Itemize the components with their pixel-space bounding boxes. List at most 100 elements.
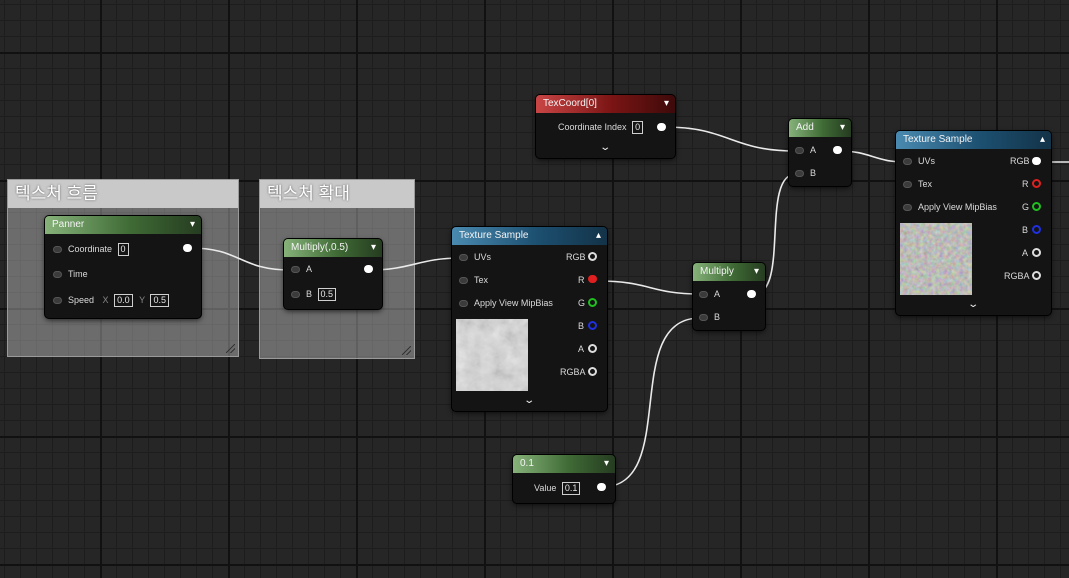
- texture-sample-node-1[interactable]: Texture Sample ▴ UVs Tex Apply View MipB…: [452, 227, 607, 411]
- node-header[interactable]: Add ▾: [789, 119, 851, 137]
- chevron-down-icon[interactable]: ▾: [604, 455, 609, 473]
- speed-y-label: Y: [139, 295, 145, 305]
- tex-input-pin[interactable]: [459, 277, 468, 284]
- b-output-pin[interactable]: [588, 321, 597, 330]
- g-output-pin[interactable]: [588, 298, 597, 307]
- rgb-output-pin[interactable]: [588, 252, 597, 261]
- panner-output-pin[interactable]: [183, 244, 192, 252]
- b-output-pin[interactable]: [1032, 225, 1041, 234]
- value-label: Value: [534, 483, 557, 493]
- node-title: Texture Sample: [459, 230, 529, 241]
- chevron-down-icon[interactable]: ⌄: [967, 299, 979, 310]
- coordinate-index-field[interactable]: 0: [632, 121, 644, 135]
- rgba-output-pin[interactable]: [588, 367, 597, 376]
- node-title: 0.1: [520, 458, 534, 469]
- chevron-down-icon[interactable]: ▾: [840, 119, 845, 137]
- speed-label: Speed: [68, 295, 95, 305]
- node-title: Multiply(,0.5): [291, 242, 349, 253]
- texcoord-output-pin[interactable]: [657, 123, 666, 131]
- coordinate-label: Coordinate: [68, 244, 113, 254]
- node-header[interactable]: TexCoord[0] ▾: [536, 95, 675, 113]
- mipbias-input-pin[interactable]: [903, 204, 912, 211]
- speed-x-field[interactable]: 0.0: [114, 294, 133, 308]
- node-header[interactable]: Panner ▾: [45, 216, 201, 234]
- wire-constant-multiply: [601, 317, 701, 488]
- mipbias-input-pin[interactable]: [459, 300, 468, 307]
- b-label: B: [578, 321, 585, 331]
- g-output-pin[interactable]: [1032, 202, 1041, 211]
- uvs-input-pin[interactable]: [903, 158, 912, 165]
- b-input-pin[interactable]: [291, 291, 300, 298]
- node-header[interactable]: Multiply(,0.5) ▾: [284, 239, 382, 257]
- texcoord-node[interactable]: TexCoord[0] ▾ Coordinate Index 0 ⌄: [536, 95, 675, 158]
- resize-handle-icon[interactable]: [226, 344, 235, 353]
- chevron-down-icon[interactable]: ▾: [190, 216, 195, 234]
- chevron-down-icon[interactable]: ▾: [664, 95, 669, 113]
- node-header[interactable]: 0.1 ▾: [513, 455, 615, 473]
- chevron-down-icon[interactable]: ⌄: [599, 142, 611, 153]
- a-input-pin[interactable]: [795, 147, 804, 154]
- constant-node[interactable]: 0.1 ▾ Value 0.1: [513, 455, 615, 503]
- resize-handle-icon[interactable]: [402, 346, 411, 355]
- speed-y-field[interactable]: 0.5: [150, 294, 169, 308]
- r-output-pin[interactable]: [588, 275, 597, 283]
- b-input-pin[interactable]: [699, 314, 708, 321]
- a-label: A: [578, 344, 585, 354]
- comment-title[interactable]: 텍스처 흐름: [8, 180, 238, 208]
- comment-title[interactable]: 텍스처 확대: [260, 180, 414, 208]
- a-input-pin[interactable]: [291, 266, 300, 273]
- multiply-output-pin[interactable]: [364, 265, 373, 273]
- value-field[interactable]: 0.1: [561, 482, 581, 496]
- rgba-label: RGBA: [560, 367, 586, 377]
- chevron-down-icon[interactable]: ▾: [371, 239, 376, 257]
- rgb-output-pin[interactable]: [1032, 157, 1041, 165]
- coordinate-field[interactable]: 0: [117, 243, 129, 257]
- multiply-output-pin[interactable]: [747, 290, 756, 298]
- a-output-pin[interactable]: [588, 344, 597, 353]
- node-title: Multiply: [700, 266, 734, 277]
- panner-node[interactable]: Panner ▾ Coordinate 0 Time Speed X 0.0 Y…: [45, 216, 201, 318]
- node-header[interactable]: Texture Sample ▴: [896, 131, 1051, 149]
- mipbias-label: Apply View MipBias: [474, 298, 553, 308]
- speed-input-pin[interactable]: [53, 297, 62, 304]
- a-input-pin[interactable]: [699, 291, 708, 298]
- time-label: Time: [68, 269, 88, 279]
- b-label: B: [306, 289, 313, 299]
- constant-output-pin[interactable]: [597, 483, 606, 491]
- node-title: TexCoord[0]: [543, 98, 597, 109]
- chevron-up-icon[interactable]: ▴: [1040, 131, 1045, 149]
- chevron-up-icon[interactable]: ▴: [596, 227, 601, 245]
- add-output-pin[interactable]: [833, 146, 842, 154]
- multiply-half-node[interactable]: Multiply(,0.5) ▾ A B 0.5: [284, 239, 382, 309]
- uvs-input-pin[interactable]: [459, 254, 468, 261]
- node-header[interactable]: Multiply ▾: [693, 263, 765, 281]
- b-label: B: [810, 168, 817, 178]
- a-label: A: [306, 264, 313, 274]
- b-input-pin[interactable]: [795, 170, 804, 177]
- a-label: A: [1022, 248, 1029, 258]
- tex-input-pin[interactable]: [903, 181, 912, 188]
- chevron-down-icon[interactable]: ▾: [754, 263, 759, 281]
- b-label: B: [1022, 225, 1029, 235]
- add-node[interactable]: Add ▾ A B: [789, 119, 851, 186]
- a-output-pin[interactable]: [1032, 248, 1041, 257]
- speed-x-label: X: [102, 295, 109, 305]
- r-output-pin[interactable]: [1032, 179, 1041, 188]
- chevron-down-icon[interactable]: ⌄: [523, 395, 535, 406]
- rgba-output-pin[interactable]: [1032, 271, 1041, 280]
- uvs-label: UVs: [474, 252, 492, 262]
- b-field[interactable]: 0.5: [317, 288, 337, 302]
- uvs-label: UVs: [918, 156, 936, 166]
- rgb-label: RGB: [566, 252, 586, 262]
- node-header[interactable]: Texture Sample ▴: [452, 227, 607, 245]
- time-input-pin[interactable]: [53, 271, 62, 278]
- node-title: Add: [796, 122, 814, 133]
- tex-label: Tex: [474, 275, 489, 285]
- texture-sample-node-2[interactable]: Texture Sample ▴ UVs Tex Apply View MipB…: [896, 131, 1051, 315]
- a-label: A: [714, 289, 721, 299]
- g-label: G: [1022, 202, 1030, 212]
- wire-texcoord-add: [663, 126, 797, 152]
- multiply-node[interactable]: Multiply ▾ A B: [693, 263, 765, 330]
- coordinate-input-pin[interactable]: [53, 246, 62, 253]
- rgb-label: RGB: [1010, 156, 1030, 166]
